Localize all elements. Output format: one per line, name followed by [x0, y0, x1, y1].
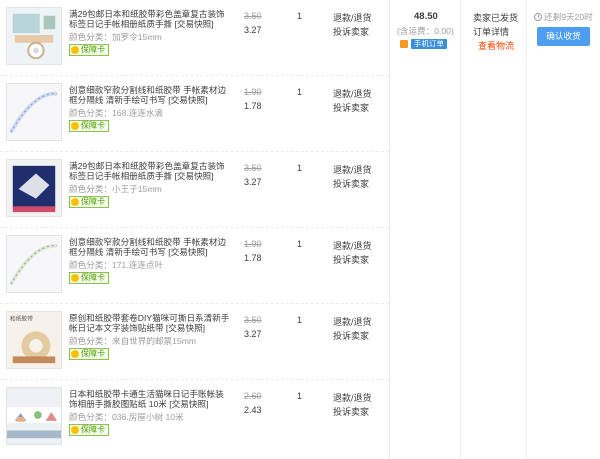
bulb-icon: [71, 46, 79, 54]
product-title-link[interactable]: 原创和纸胶带套卷DIY猫咪可撕日系清新手帐日记本文字装饰贴纸带 [交易快照]: [69, 313, 232, 333]
product-thumbnail[interactable]: [6, 7, 62, 65]
guarantee-badge[interactable]: 保障卡: [69, 120, 109, 132]
order-item-row: 日本和纸胶带卡通生活猫咪日记手账帐装饰相册手撕胶图贴纸 10米 [交易快照] 颜…: [0, 380, 389, 456]
quantity: 1: [297, 163, 303, 173]
order-status: 卖家已发货: [473, 13, 519, 23]
view-logistics-link[interactable]: 查看物流: [478, 39, 514, 52]
complain-seller-link[interactable]: 投诉卖家: [333, 329, 369, 342]
order-total: 48.50: [414, 11, 438, 22]
phone-icon: [400, 40, 408, 48]
refund-link[interactable]: 退款/退货: [333, 11, 372, 24]
quantity: 1: [297, 239, 303, 249]
bulb-icon: [71, 122, 79, 130]
order-items: 满29包邮日本和纸胶带彩色盖章复古装饰标签日记手帐相册纸质手撕 [交易快照] 颜…: [0, 0, 389, 459]
refund-link[interactable]: 退款/退货: [333, 87, 372, 100]
mobile-order-label: 手机订单: [411, 39, 447, 49]
product-sku: 颜色分类：来自世界的邮票15mm: [69, 336, 197, 346]
product-sku: 颜色分类：168.连连水滴: [69, 108, 164, 118]
guarantee-badge[interactable]: 保障卡: [69, 348, 109, 360]
order-item-row: 满29包邮日本和纸胶带彩色盖章复古装饰标签日记手帐相册纸质手撕 [交易快照] 颜…: [0, 152, 389, 228]
product-sku: 颜色分类：加罗令15mm: [69, 32, 162, 42]
product-title-link[interactable]: 创意细款窄款分割线和纸胶带 手帐素材边框分隔线 清新手绘可书写 [交易快照]: [69, 237, 232, 257]
order-item-row: 和纸胶带 原创和纸胶带套卷DIY猫咪可撕日系清新手帐日记本文字装饰贴纸带 [交易…: [0, 304, 389, 380]
order-item-row: 满29包邮日本和纸胶带彩色盖章复古装饰标签日记手帐相册纸质手撕 [交易快照] 颜…: [0, 0, 389, 76]
clock-icon: [534, 13, 542, 21]
product-thumbnail[interactable]: 和纸胶带: [6, 311, 62, 369]
original-price: 2.60: [244, 391, 262, 401]
current-price: 1.78: [244, 101, 262, 111]
bulb-icon: [71, 426, 79, 434]
quantity: 1: [297, 315, 303, 325]
original-price: 3.50: [244, 315, 262, 325]
order-item-row: 创意细款窄款分割线和纸胶带 手帐素材边框分隔线 清新手绘可书写 [交易快照] 颜…: [0, 228, 389, 304]
confirm-receipt-button[interactable]: 确认收货: [537, 27, 590, 46]
bulb-icon: [71, 198, 79, 206]
column-divider: [460, 0, 461, 459]
column-divider: [389, 0, 390, 459]
remaining-time: 还剩9天20时: [534, 11, 593, 23]
mobile-order-tag: 手机订单: [400, 39, 447, 49]
complain-seller-link[interactable]: 投诉卖家: [333, 25, 369, 38]
current-price: 2.43: [244, 405, 262, 415]
complain-seller-link[interactable]: 投诉卖家: [333, 405, 369, 418]
complain-seller-link[interactable]: 投诉卖家: [333, 177, 369, 190]
product-sku: 颜色分类：036.房屋小树 10米: [69, 412, 184, 422]
refund-link[interactable]: 退款/退货: [333, 315, 372, 328]
product-sku: 颜色分类：171.连连点叶: [69, 260, 164, 270]
refund-link[interactable]: 退款/退货: [333, 391, 372, 404]
order-detail-link[interactable]: 订单详情: [473, 25, 509, 38]
current-price: 3.27: [244, 177, 262, 187]
product-thumbnail[interactable]: [6, 83, 62, 141]
guarantee-badge[interactable]: 保障卡: [69, 424, 109, 436]
current-price: 1.78: [244, 253, 262, 263]
refund-link[interactable]: 退款/退货: [333, 239, 372, 252]
product-title-link[interactable]: 满29包邮日本和纸胶带彩色盖章复古装饰标签日记手帐相册纸质手撕 [交易快照]: [69, 161, 232, 181]
current-price: 3.27: [244, 25, 262, 35]
guarantee-badge[interactable]: 保障卡: [69, 44, 109, 56]
column-divider: [526, 0, 527, 459]
complain-seller-link[interactable]: 投诉卖家: [333, 101, 369, 114]
complain-seller-link[interactable]: 投诉卖家: [333, 253, 369, 266]
order-item-row: 创意细款窄款分割线和纸胶带 手帐素材边框分隔线 清新手绘可书写 [交易快照] 颜…: [0, 76, 389, 152]
product-thumbnail[interactable]: [6, 235, 62, 293]
original-price: 1.90: [244, 87, 262, 97]
quantity: 1: [297, 391, 303, 401]
guarantee-badge[interactable]: 保障卡: [69, 272, 109, 284]
product-title-link[interactable]: 创意细款窄款分割线和纸胶带 手帐素材边框分隔线 清新手绘可书写 [交易快照]: [69, 85, 232, 105]
bulb-icon: [71, 274, 79, 282]
product-sku: 颜色分类：小王子15mm: [69, 184, 162, 194]
current-price: 3.27: [244, 329, 262, 339]
product-title-link[interactable]: 日本和纸胶带卡通生活猫咪日记手账帐装饰相册手撕胶图贴纸 10米 [交易快照]: [69, 389, 232, 409]
product-title-link[interactable]: 满29包邮日本和纸胶带彩色盖章复古装饰标签日记手帐相册纸质手撕 [交易快照]: [69, 9, 232, 29]
original-price: 3.50: [244, 163, 262, 173]
guarantee-badge[interactable]: 保障卡: [69, 196, 109, 208]
original-price: 3.50: [244, 11, 262, 21]
product-thumbnail[interactable]: [6, 159, 62, 217]
quantity: 1: [297, 87, 303, 97]
thumbnail-caption: 和纸胶带: [10, 315, 33, 323]
bulb-icon: [71, 350, 79, 358]
refund-link[interactable]: 退款/退货: [333, 163, 372, 176]
original-price: 1.90: [244, 239, 262, 249]
quantity: 1: [297, 11, 303, 21]
product-thumbnail[interactable]: [6, 387, 62, 445]
shipping-fee: (含运费：0.00): [397, 26, 454, 36]
